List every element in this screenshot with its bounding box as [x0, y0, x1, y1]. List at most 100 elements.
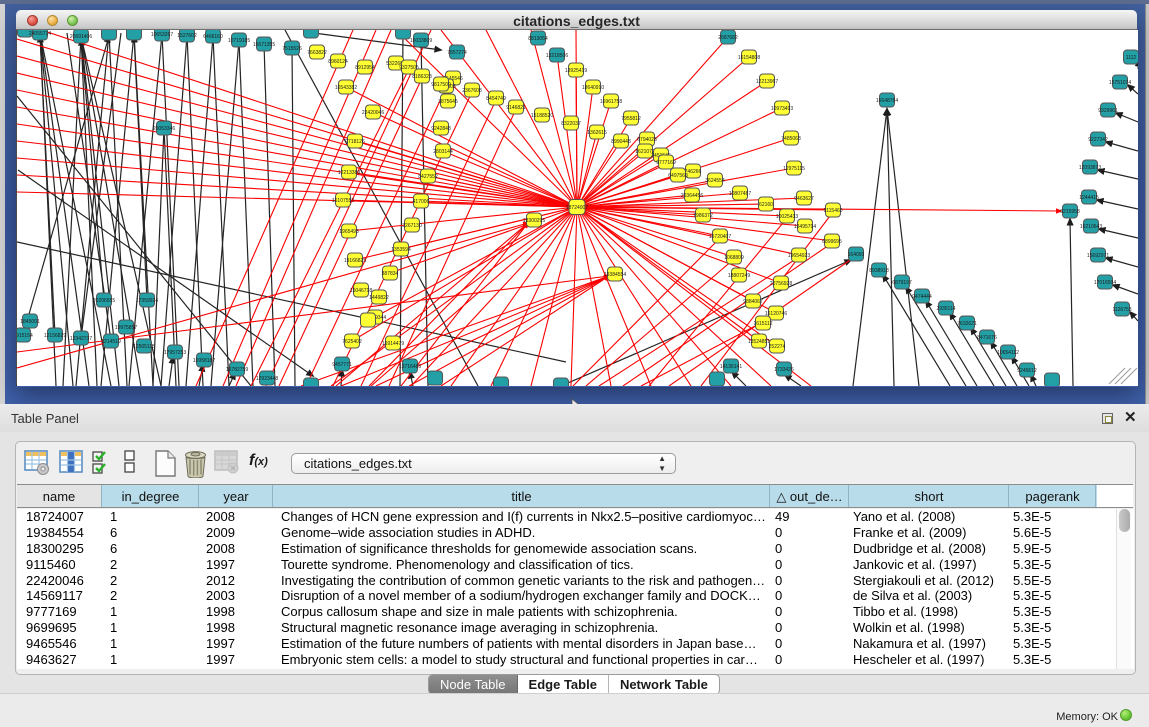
svg-text:9227342: 9227342 — [1088, 137, 1108, 143]
svg-text:1112: 1112 — [1126, 55, 1137, 61]
svg-text:18807249: 18807249 — [728, 273, 750, 279]
svg-text:9777169: 9777169 — [656, 160, 676, 166]
svg-text:8960124: 8960124 — [328, 59, 348, 65]
svg-text:6879197: 6879197 — [892, 280, 912, 286]
svg-text:1845001: 1845001 — [20, 319, 40, 325]
svg-text:9457771: 9457771 — [332, 362, 352, 368]
svg-text:19654923: 19654923 — [788, 253, 810, 259]
svg-text:10653267: 10653267 — [151, 32, 173, 38]
svg-text:1214519: 1214519 — [101, 339, 121, 345]
svg-text:13524851: 13524851 — [748, 339, 770, 345]
svg-text:8427552: 8427552 — [418, 174, 438, 180]
svg-text:1353594: 1353594 — [391, 247, 411, 253]
svg-text:2803144: 2803144 — [433, 149, 453, 155]
svg-text:19384554: 19384554 — [604, 272, 626, 278]
svg-text:8186323: 8186323 — [412, 74, 432, 80]
svg-text:417006: 417006 — [413, 199, 430, 205]
svg-text:9146821: 9146821 — [506, 105, 526, 111]
svg-text:62160: 62160 — [759, 202, 773, 208]
svg-text:14136141: 14136141 — [720, 364, 742, 370]
svg-text:20364456: 20364456 — [681, 193, 703, 199]
svg-text:10973493: 10973493 — [771, 106, 793, 112]
svg-text:8938918: 8938918 — [869, 268, 889, 274]
svg-text:16671355: 16671355 — [253, 42, 275, 48]
svg-text:24055714: 24055714 — [29, 31, 51, 37]
svg-text:9245612: 9245612 — [1017, 368, 1037, 374]
svg-text:19166825: 19166825 — [344, 258, 366, 264]
svg-text:20053346: 20053346 — [153, 126, 175, 132]
svg-text:7632621: 7632621 — [957, 321, 977, 327]
svg-text:12342737: 12342737 — [70, 336, 92, 342]
svg-text:10807487: 10807487 — [729, 191, 751, 197]
svg-text:7625402: 7625402 — [342, 339, 362, 345]
svg-text:7857274: 7857274 — [447, 50, 467, 56]
svg-text:9817509: 9817509 — [431, 82, 451, 88]
svg-text:1527602: 1527602 — [177, 33, 197, 39]
svg-text:18300295: 18300295 — [523, 218, 545, 224]
svg-text:15188520: 15188520 — [531, 113, 553, 119]
svg-text:12156829: 12156829 — [44, 333, 66, 339]
svg-text:164093: 164093 — [848, 252, 865, 258]
svg-text:17016504: 17016504 — [1094, 280, 1116, 286]
svg-text:16033809: 16033809 — [410, 38, 432, 44]
svg-text:12213967: 12213967 — [756, 79, 778, 85]
svg-text:1362615: 1362615 — [587, 130, 607, 136]
svg-text:7955812: 7955812 — [621, 116, 641, 122]
svg-text:13716485: 13716485 — [399, 364, 421, 370]
svg-text:8215958: 8215958 — [1060, 209, 1080, 215]
svg-text:10958187: 10958187 — [193, 358, 215, 364]
svg-text:6497568: 6497568 — [668, 173, 688, 179]
svg-text:12213389: 12213389 — [338, 170, 360, 176]
svg-text:1068809: 1068809 — [724, 255, 744, 261]
svg-text:8454749: 8454749 — [486, 96, 506, 102]
svg-text:2935114: 2935114 — [936, 306, 955, 312]
svg-text:17957253: 17957253 — [164, 350, 186, 356]
svg-text:18640910: 18640910 — [582, 85, 604, 91]
svg-text:1126753: 1126753 — [1112, 307, 1131, 313]
svg-text:2367608: 2367608 — [462, 88, 482, 94]
svg-text:15692971: 15692971 — [1087, 253, 1109, 259]
svg-text:16914479: 16914479 — [382, 341, 404, 347]
svg-text:8322037: 8322037 — [561, 121, 581, 127]
svg-text:887834: 887834 — [382, 271, 399, 277]
svg-text:8813054: 8813054 — [528, 36, 548, 42]
svg-text:16107553: 16107553 — [332, 198, 354, 204]
svg-text:20206555: 20206555 — [93, 298, 115, 304]
svg-text:8471676: 8471676 — [977, 335, 997, 341]
svg-text:20691406: 20691406 — [70, 34, 92, 40]
svg-text:19975857: 19975857 — [115, 325, 137, 331]
svg-text:9884067: 9884067 — [743, 299, 763, 305]
svg-text:16648784: 16648784 — [876, 98, 898, 104]
svg-text:9242848: 9242848 — [431, 126, 451, 132]
svg-text:252274: 252274 — [769, 344, 786, 350]
svg-text:7663822: 7663822 — [307, 50, 327, 56]
svg-text:16154808: 16154808 — [738, 55, 760, 61]
svg-text:1733426: 1733426 — [774, 367, 794, 373]
svg-text:6794028: 6794028 — [637, 137, 657, 143]
svg-text:12505115: 12505115 — [133, 344, 155, 350]
svg-text:6899695: 6899695 — [822, 239, 842, 245]
svg-text:3624554: 3624554 — [705, 178, 725, 184]
svg-text:12975115: 12975115 — [783, 166, 805, 172]
svg-text:1965493: 1965493 — [339, 229, 359, 235]
svg-text:13495794: 13495794 — [794, 224, 816, 230]
svg-text:10719185: 10719185 — [228, 38, 250, 44]
svg-text:7986372: 7986372 — [693, 213, 713, 219]
svg-text:16210643: 16210643 — [1080, 224, 1102, 230]
svg-text:15751074: 15751074 — [1109, 80, 1131, 86]
svg-text:7485063: 7485063 — [781, 136, 801, 142]
svg-text:3267130: 3267130 — [402, 223, 422, 229]
svg-text:3915154: 3915154 — [17, 333, 33, 339]
svg-text:16782759: 16782759 — [226, 367, 248, 373]
svg-text:9463627: 9463627 — [794, 196, 814, 202]
svg-text:8990448: 8990448 — [611, 139, 631, 145]
svg-text:6466160: 6466160 — [203, 34, 223, 40]
svg-text:15720407: 15720407 — [709, 234, 731, 240]
svg-text:18724007: 18724007 — [566, 205, 588, 211]
svg-text:1244415: 1244415 — [1079, 195, 1099, 201]
svg-text:16961758: 16961758 — [600, 99, 622, 105]
svg-text:1449822: 1449822 — [369, 295, 389, 301]
svg-text:13218506: 13218506 — [546, 53, 568, 59]
svg-text:17359924: 17359924 — [136, 298, 158, 304]
svg-text:10025433: 10025433 — [776, 214, 798, 220]
